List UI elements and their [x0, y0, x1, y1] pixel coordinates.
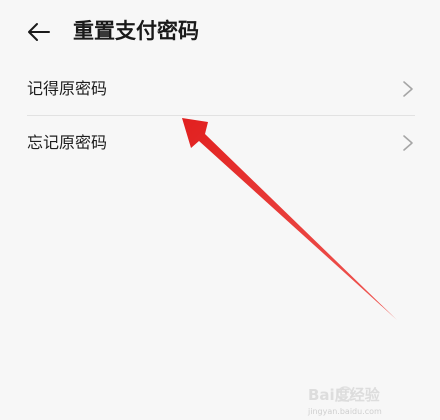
list-item-label: 记得原密码: [27, 79, 108, 98]
svg-text:jingyan.baidu.com: jingyan.baidu.com: [307, 407, 382, 416]
back-button[interactable]: [24, 17, 54, 47]
arrow-left-icon: [28, 23, 50, 41]
list-item-forgot-password[interactable]: 忘记原密码: [0, 116, 440, 169]
chevron-right-icon: [403, 81, 413, 97]
svg-text:Bai度经验: Bai度经验: [308, 386, 381, 404]
list-item-remember-password[interactable]: 记得原密码: [0, 62, 440, 115]
page-title: 重置支付密码: [73, 19, 199, 43]
baidu-jingyan-watermark: Bai度经验 jingyan.baidu.com: [307, 386, 382, 416]
list-item-label: 忘记原密码: [27, 133, 108, 152]
chevron-right-icon: [403, 135, 413, 151]
app-header: 重置支付密码: [0, 0, 440, 62]
